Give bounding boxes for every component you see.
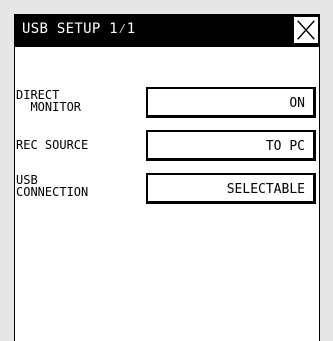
- title-bar: USB SETUP 1⁄1: [15, 14, 319, 47]
- close-x-icon: [297, 20, 315, 40]
- rec-source-value: TO PC: [265, 139, 305, 154]
- usb-connection-label-line-2: CONNECTION: [16, 185, 89, 199]
- rec-source-button[interactable]: TO PC: [146, 130, 316, 161]
- usb-setup-screen: USB SETUP 1⁄1 DIRECT MONITOR ON REC SOUR…: [14, 14, 320, 341]
- usb-connection-value: SELECTABLE: [226, 182, 305, 197]
- direct-monitor-label-line-2: MONITOR: [16, 100, 82, 114]
- usb-connection-button[interactable]: SELECTABLE: [146, 173, 316, 204]
- usb-connection-label: USB CONNECTION: [16, 174, 88, 198]
- direct-monitor-button[interactable]: ON: [146, 87, 316, 118]
- direct-monitor-value: ON: [289, 96, 305, 111]
- rec-source-label-line-1: REC SOURCE: [16, 138, 89, 152]
- close-button[interactable]: [293, 16, 319, 44]
- page-title: USB SETUP 1⁄1: [22, 21, 136, 37]
- rec-source-label: REC SOURCE: [16, 139, 88, 151]
- direct-monitor-label: DIRECT MONITOR: [16, 89, 81, 113]
